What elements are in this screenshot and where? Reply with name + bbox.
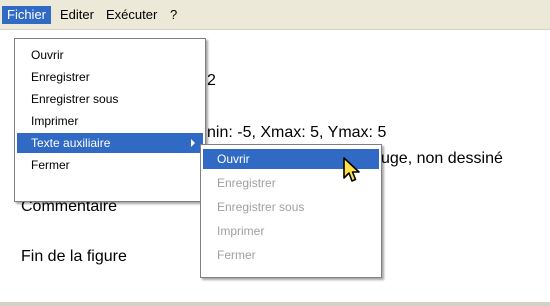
file-menu: Ouvrir Enregistrer Enregistrer sous Impr… [14,38,206,202]
submenu-item-enregistrer-sous: Enregistrer sous [217,200,305,214]
menu-item-fermer[interactable]: Fermer [17,155,203,175]
menu-item-enregistrer[interactable]: Enregistrer [17,67,203,87]
menu-fichier[interactable]: Fichier [2,6,52,24]
menu-item-ouvrir[interactable]: Ouvrir [17,45,203,65]
arrow-pointer-icon [343,157,360,182]
application-window: Fichier Editer Exécuter ? 2 nin: -5, Xma… [0,0,550,306]
submenu-arrow-icon [191,139,195,147]
doc-line: nin: -5, Xmax: 5, Ymax: 5 [207,124,387,141]
menu-item-texte-auxiliaire[interactable]: Texte auxiliaire [17,133,203,153]
menu-item-imprimer[interactable]: Imprimer [17,111,203,131]
menu-item-enregistrer-sous[interactable]: Enregistrer sous [17,89,203,109]
doc-line: Fin de la figure [21,248,127,265]
submenu-item-imprimer: Imprimer [217,224,265,238]
menu-help[interactable]: ? [165,6,182,24]
menu-editer[interactable]: Editer [55,6,99,24]
menu-executer[interactable]: Exécuter [101,6,162,24]
submenu-item-fermer: Fermer [217,248,256,262]
doc-line: 2 [207,72,216,89]
window-bottom-border [0,302,550,306]
menu-bar: Fichier Editer Exécuter ? [0,0,550,30]
doc-line: uge, non dessiné [381,150,503,167]
menu-item-label: Texte auxiliaire [31,136,111,150]
